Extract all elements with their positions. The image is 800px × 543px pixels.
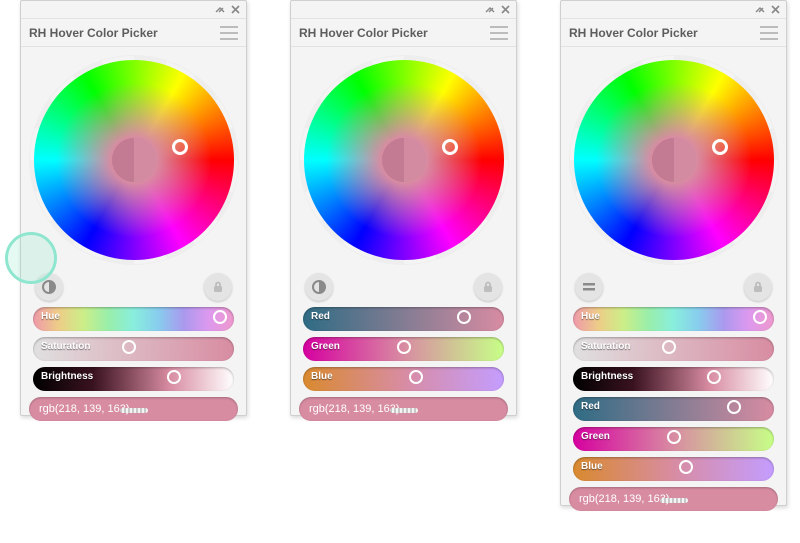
color-wheel[interactable] <box>29 55 239 265</box>
resize-grip[interactable] <box>390 408 418 413</box>
contrast-icon <box>311 279 327 295</box>
mode-toggle-button[interactable] <box>305 273 333 301</box>
slider-knob[interactable] <box>122 340 136 354</box>
slider-knob[interactable] <box>662 340 676 354</box>
slider-label: Hue <box>581 311 600 322</box>
slider-knob[interactable] <box>213 310 227 324</box>
slider-hue[interactable]: Hue <box>33 307 234 331</box>
current-color-swatch <box>112 138 156 182</box>
workspace: RH Hover Color Picker Hue Saturation Bri… <box>0 0 800 543</box>
slider-red[interactable]: Red <box>303 307 504 331</box>
color-wheel[interactable] <box>299 55 509 265</box>
slider-knob[interactable] <box>409 370 423 384</box>
panel-title: RH Hover Color Picker <box>299 26 428 40</box>
panel-title: RH Hover Color Picker <box>569 26 698 40</box>
mode-toggle-button[interactable] <box>35 273 63 301</box>
slider-knob[interactable] <box>667 430 681 444</box>
menu-button[interactable] <box>490 26 508 40</box>
panel-body: Hue Saturation Brightness Red Green Blue… <box>561 47 786 523</box>
panel-body: Red Green Blue rgb(218, 139, 163) <box>291 47 516 433</box>
lock-button[interactable] <box>744 273 772 301</box>
slider-label: Brightness <box>581 371 633 382</box>
titlebar <box>21 1 246 19</box>
wheel-picker-handle[interactable] <box>442 139 458 155</box>
panel-header: RH Hover Color Picker <box>561 19 786 47</box>
menu-button[interactable] <box>760 26 778 40</box>
slider-label: Green <box>581 431 610 442</box>
panel-title: RH Hover Color Picker <box>29 26 158 40</box>
slider-blue[interactable]: Blue <box>573 457 774 481</box>
collapse-button[interactable] <box>752 2 767 17</box>
current-color-swatch <box>652 138 696 182</box>
collapse-button[interactable] <box>212 2 227 17</box>
close-button[interactable] <box>498 2 513 17</box>
collapse-button[interactable] <box>482 2 497 17</box>
contrast-icon <box>41 279 57 295</box>
current-color-swatch <box>382 138 426 182</box>
equals-icon <box>581 281 597 293</box>
slider-label: Red <box>311 311 330 322</box>
slider-label: Brightness <box>41 371 93 382</box>
panel-hsv-rgb: RH Hover Color Picker Hue Saturation Bri… <box>560 0 787 506</box>
wheel-picker-handle[interactable] <box>712 139 728 155</box>
slider-saturation[interactable]: Saturation <box>33 337 234 361</box>
slider-knob[interactable] <box>457 310 471 324</box>
slider-label: Blue <box>311 371 333 382</box>
menu-button[interactable] <box>220 26 238 40</box>
slider-label: Green <box>311 341 340 352</box>
panel-header: RH Hover Color Picker <box>21 19 246 47</box>
slider-green[interactable]: Green <box>573 427 774 451</box>
lock-icon <box>481 280 495 294</box>
slider-label: Saturation <box>581 341 630 352</box>
slider-knob[interactable] <box>707 370 721 384</box>
wheel-picker-handle[interactable] <box>172 139 188 155</box>
slider-label: Blue <box>581 461 603 472</box>
panel-header: RH Hover Color Picker <box>291 19 516 47</box>
resize-grip[interactable] <box>120 408 148 413</box>
lock-icon <box>751 280 765 294</box>
slider-brightness[interactable]: Brightness <box>573 367 774 391</box>
panel-hsv: RH Hover Color Picker Hue Saturation Bri… <box>20 0 247 416</box>
color-wheel[interactable] <box>569 55 779 265</box>
resize-grip[interactable] <box>660 498 688 503</box>
lock-icon <box>211 280 225 294</box>
slider-brightness[interactable]: Brightness <box>33 367 234 391</box>
titlebar <box>291 1 516 19</box>
slider-blue[interactable]: Blue <box>303 367 504 391</box>
slider-knob[interactable] <box>679 460 693 474</box>
slider-label: Saturation <box>41 341 90 352</box>
titlebar <box>561 1 786 19</box>
slider-knob[interactable] <box>167 370 181 384</box>
panel-body: Hue Saturation Brightness rgb(218, 139, … <box>21 47 246 433</box>
slider-hue[interactable]: Hue <box>573 307 774 331</box>
slider-knob[interactable] <box>727 400 741 414</box>
lock-button[interactable] <box>204 273 232 301</box>
slider-knob[interactable] <box>753 310 767 324</box>
slider-label: Red <box>581 401 600 412</box>
slider-saturation[interactable]: Saturation <box>573 337 774 361</box>
close-button[interactable] <box>768 2 783 17</box>
close-button[interactable] <box>228 2 243 17</box>
mode-toggle-button[interactable] <box>575 273 603 301</box>
slider-label: Hue <box>41 311 60 322</box>
slider-knob[interactable] <box>397 340 411 354</box>
slider-red[interactable]: Red <box>573 397 774 421</box>
lock-button[interactable] <box>474 273 502 301</box>
panel-rgb: RH Hover Color Picker Red Green Blue rgb… <box>290 0 517 416</box>
slider-green[interactable]: Green <box>303 337 504 361</box>
